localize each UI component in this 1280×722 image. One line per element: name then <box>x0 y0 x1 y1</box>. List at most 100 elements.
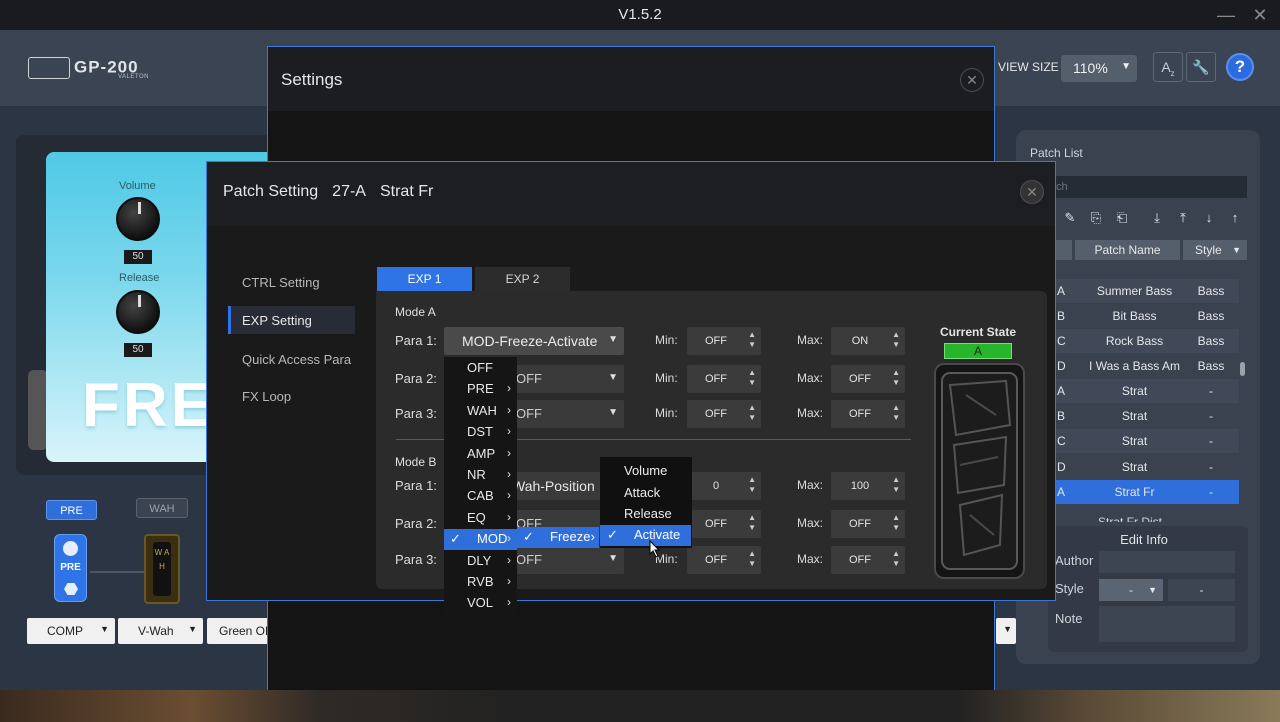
patch-row[interactable]: C Strat - <box>1052 429 1239 453</box>
move-up-icon[interactable]: ↑ <box>1226 210 1244 228</box>
param-item-attack[interactable]: Attack <box>624 485 660 506</box>
max-stepper[interactable]: ON ▲ ▼ <box>831 327 905 355</box>
stepper-arrows-icon[interactable]: ▲ ▼ <box>892 475 900 495</box>
nav-quick-access-para[interactable]: Quick Access Para <box>228 345 355 373</box>
chain-select-vol[interactable]: ▼ <box>996 618 1016 644</box>
stepper-arrows-icon[interactable]: ▲ ▼ <box>892 403 900 423</box>
chain-select-comp[interactable]: COMP ▼ <box>27 618 115 644</box>
settings-close-icon[interactable]: ✕ <box>960 68 984 92</box>
min-stepper[interactable]: OFF ▲ ▼ <box>687 510 761 538</box>
chain-select-wah[interactable]: V-Wah ▼ <box>118 618 203 644</box>
substyle-field[interactable]: - <box>1168 579 1235 601</box>
nav-fx-loop[interactable]: FX Loop <box>228 382 355 410</box>
patch-row[interactable]: C Rock Bass Bass <box>1052 329 1239 353</box>
download-icon[interactable]: ⤓ <box>1148 210 1166 228</box>
wah-pedal-icon[interactable]: W A H <box>144 534 180 604</box>
patch-row[interactable]: DI Was a Bass Am Bass <box>1052 354 1239 378</box>
volume-knob[interactable] <box>116 197 160 241</box>
mouse-cursor-icon <box>649 540 661 558</box>
text-size-icon[interactable]: Az <box>1153 52 1183 82</box>
zoom-select[interactable]: 110% ▼ <box>1061 55 1137 82</box>
edit-icon[interactable]: ✎ <box>1061 210 1079 228</box>
patch-row[interactable]: B Bit Bass Bass <box>1052 304 1239 328</box>
patch-setting-close-icon[interactable]: ✕ <box>1020 180 1044 204</box>
effect-menu-item-freeze[interactable]: ✓ Freeze › <box>517 527 599 548</box>
move-top-icon[interactable]: ⤒ <box>1174 210 1192 228</box>
stepper-arrows-icon[interactable]: ▲ ▼ <box>748 475 756 495</box>
import-icon[interactable]: ⎘ <box>1087 210 1105 228</box>
stepper-arrows-icon[interactable]: ▲ ▼ <box>748 513 756 533</box>
patch-row-name: Summer Bass <box>1096 284 1173 298</box>
style-select[interactable]: - ▼ <box>1099 579 1163 601</box>
stepper-arrows-icon[interactable]: ▲ ▼ <box>892 549 900 569</box>
module-menu-item[interactable]: NR › <box>444 465 517 486</box>
wrench-icon[interactable]: 🔧 <box>1186 52 1216 82</box>
help-button[interactable]: ? <box>1226 53 1254 81</box>
close-icon[interactable]: ✕ <box>1248 4 1272 26</box>
partial-row: Strat Fr Dist <box>1098 515 1163 522</box>
chain-line <box>90 571 150 573</box>
release-knob[interactable] <box>116 290 160 334</box>
note-field[interactable] <box>1099 606 1235 642</box>
patch-row[interactable]: A Strat Fr - <box>1052 480 1239 504</box>
min-stepper[interactable]: OFF ▲ ▼ <box>687 546 761 574</box>
stepper-arrows-icon[interactable]: ▲ ▼ <box>748 330 756 350</box>
chevron-right-icon: › <box>507 381 511 396</box>
stepper-arrows-icon[interactable]: ▲ ▼ <box>748 368 756 388</box>
stepper-arrows-icon[interactable]: ▲ ▼ <box>892 330 900 350</box>
chevron-right-icon: › <box>507 531 511 546</box>
nav-ctrl-setting[interactable]: CTRL Setting <box>228 268 355 296</box>
min-stepper[interactable]: OFF ▲ ▼ <box>687 365 761 393</box>
module-menu-item[interactable]: WAH › <box>444 401 517 422</box>
module-menu-item[interactable]: DLY › <box>444 551 517 572</box>
min-stepper[interactable]: OFF ▲ ▼ <box>687 327 761 355</box>
tab-exp1[interactable]: EXP 1 <box>377 267 472 291</box>
module-menu-item[interactable]: PRE › <box>444 379 517 400</box>
chevron-down-icon: ▼ <box>1121 61 1131 72</box>
stepper-arrows-icon[interactable]: ▲ ▼ <box>892 513 900 533</box>
move-down-icon[interactable]: ↓ <box>1200 210 1218 228</box>
col-header-style[interactable]: Style ▼ <box>1183 240 1247 260</box>
patch-row[interactable]: A Summer Bass Bass <box>1052 279 1239 303</box>
module-menu-item[interactable]: ✓ MOD › <box>444 529 517 551</box>
stepper-arrows-icon[interactable]: ▲ ▼ <box>892 368 900 388</box>
param-item-activate[interactable]: ✓ Activate <box>600 525 691 546</box>
tab-exp2[interactable]: EXP 2 <box>475 267 570 291</box>
min-stepper[interactable]: OFF ▲ ▼ <box>687 400 761 428</box>
module-menu-item[interactable]: EQ › <box>444 508 517 529</box>
patch-row[interactable]: A Strat - <box>1052 379 1239 403</box>
max-stepper[interactable]: OFF ▲ ▼ <box>831 400 905 428</box>
module-menu-item[interactable]: OFF <box>444 358 517 379</box>
stepper-arrows-icon[interactable]: ▲ ▼ <box>748 403 756 423</box>
author-field[interactable] <box>1099 551 1235 573</box>
patch-row[interactable]: B Strat - <box>1052 404 1239 428</box>
param-item-volume[interactable]: Volume <box>624 463 667 484</box>
patch-row[interactable]: D Strat - <box>1052 455 1239 479</box>
stepper-arrows-icon[interactable]: ▲ ▼ <box>748 549 756 569</box>
param-item-release[interactable]: Release <box>624 506 672 527</box>
para-select[interactable]: MOD-Freeze-Activate ▼ <box>444 327 624 355</box>
max-stepper[interactable]: OFF ▲ ▼ <box>831 510 905 538</box>
max-stepper[interactable]: 100 ▲ ▼ <box>831 472 905 500</box>
minimize-icon[interactable]: — <box>1214 4 1238 26</box>
patch-list-title: Patch List <box>1030 146 1083 160</box>
patch-search-input[interactable]: ch <box>1052 176 1247 198</box>
col-header-id[interactable] <box>1054 240 1072 260</box>
pre-module-icon[interactable]: PRE <box>54 534 87 602</box>
pre-button[interactable]: PRE <box>46 500 97 520</box>
module-menu-item[interactable]: CAB › <box>444 486 517 507</box>
scrollbar-thumb[interactable] <box>1240 362 1245 376</box>
min-stepper[interactable]: 0 ▲ ▼ <box>687 472 761 500</box>
patch-row-style: - <box>1209 434 1213 448</box>
max-stepper[interactable]: OFF ▲ ▼ <box>831 546 905 574</box>
module-menu-item[interactable]: RVB › <box>444 572 517 593</box>
col-header-name[interactable]: Patch Name <box>1075 240 1180 260</box>
module-menu-item[interactable]: VOL › <box>444 593 517 614</box>
wah-button[interactable]: WAH <box>136 498 188 518</box>
patch-row-name: Strat Fr <box>1114 485 1155 499</box>
module-menu-item[interactable]: AMP › <box>444 444 517 465</box>
max-stepper[interactable]: OFF ▲ ▼ <box>831 365 905 393</box>
export-icon[interactable]: ⎗ <box>1113 210 1131 228</box>
module-menu-item[interactable]: DST › <box>444 422 517 443</box>
nav-exp-setting[interactable]: EXP Setting <box>228 306 355 334</box>
